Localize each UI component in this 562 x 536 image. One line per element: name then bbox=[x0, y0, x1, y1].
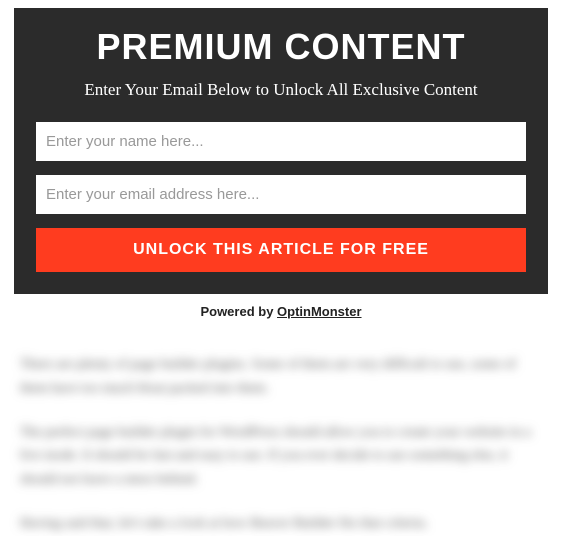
locked-paragraph: There are plenty of page builder plugins… bbox=[20, 353, 542, 401]
locked-paragraph: The perfect page builder plugin for Word… bbox=[20, 421, 542, 492]
optin-subtitle: Enter Your Email Below to Unlock All Exc… bbox=[36, 80, 526, 100]
optinmonster-link[interactable]: OptinMonster bbox=[277, 304, 362, 319]
powered-by-prefix: Powered by bbox=[200, 304, 277, 319]
locked-paragraph: Having said that, let's take a look at h… bbox=[20, 512, 542, 536]
optin-modal: PREMIUM CONTENT Enter Your Email Below t… bbox=[14, 8, 548, 294]
name-input[interactable] bbox=[36, 122, 526, 161]
unlock-button[interactable]: UNLOCK THIS ARTICLE FOR FREE bbox=[36, 228, 526, 272]
optin-title: PREMIUM CONTENT bbox=[36, 26, 526, 68]
locked-article-preview: There are plenty of page builder plugins… bbox=[0, 343, 562, 536]
powered-by-attribution: Powered by OptinMonster bbox=[0, 304, 562, 319]
email-input[interactable] bbox=[36, 175, 526, 214]
